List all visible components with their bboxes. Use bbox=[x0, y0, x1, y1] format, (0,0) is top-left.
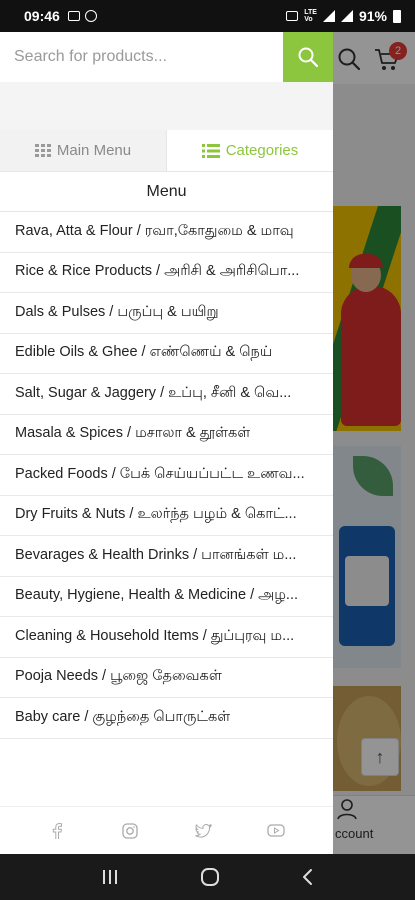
tab-main-menu[interactable]: Main Menu bbox=[0, 130, 166, 171]
drawer-tabs: Main Menu Categories bbox=[0, 130, 333, 172]
category-label: Rava, Atta & Flour / ரவா,கோதுமை & மாவு bbox=[15, 222, 294, 239]
search-button[interactable] bbox=[283, 32, 333, 82]
category-item[interactable]: Salt, Sugar & Jaggery / உப்பு, சீனி & வெ… bbox=[0, 374, 333, 415]
tab-categories-label: Categories bbox=[225, 142, 299, 159]
category-item[interactable]: Baby care / குழந்தை பொருட்கள் bbox=[0, 698, 333, 739]
list-icon bbox=[201, 143, 220, 158]
battery-icon bbox=[393, 9, 401, 23]
status-time: 09:46 bbox=[24, 8, 60, 24]
category-label: Pooja Needs / பூஜை தேவைகள் bbox=[15, 668, 222, 685]
category-label: Rice & Rice Products / அரிசி & அரிசிபொ..… bbox=[15, 263, 300, 280]
system-nav-bar bbox=[0, 854, 415, 900]
facebook-icon[interactable] bbox=[48, 822, 66, 840]
menu-heading: Menu bbox=[0, 172, 333, 212]
category-label: Dals & Pulses / பருப்பு & பயிறு bbox=[15, 303, 219, 320]
category-item[interactable]: Edible Oils & Ghee / எண்ணெய் & நெய் bbox=[0, 334, 333, 374]
category-label: Packed Foods / பேக் செய்யப்பட்ட உணவ... bbox=[15, 465, 305, 482]
category-item[interactable]: Dals & Pulses / பருப்பு & பயிறு bbox=[0, 293, 333, 334]
category-item[interactable]: Masala & Spices / மசாலா & தூள்கள் bbox=[0, 415, 333, 455]
data-saver-icon bbox=[84, 10, 97, 22]
category-label: Edible Oils & Ghee / எண்ணெய் & நெய் bbox=[15, 344, 273, 361]
category-label: Beauty, Hygiene, Health & Medicine / அழ.… bbox=[15, 587, 299, 604]
home-icon[interactable] bbox=[200, 867, 220, 887]
image-notification-icon bbox=[67, 11, 80, 21]
notification-icons bbox=[67, 10, 97, 22]
category-item[interactable]: Rice & Rice Products / அரிசி & அரிசிபொ..… bbox=[0, 253, 333, 293]
category-label: Dry Fruits & Nuts / உலர்ந்த பழம் & கொட்.… bbox=[15, 506, 297, 523]
category-item[interactable]: Dry Fruits & Nuts / உலர்ந்த பழம் & கொட்.… bbox=[0, 496, 333, 536]
category-label: Bevarages & Health Drinks / பானங்கள் ம..… bbox=[15, 546, 297, 563]
category-item[interactable]: Pooja Needs / பூஜை தேவைகள் bbox=[0, 658, 333, 698]
category-label: Masala & Spices / மசாலா & தூள்கள் bbox=[15, 425, 251, 442]
category-label: Baby care / குழந்தை பொருட்கள் bbox=[15, 708, 231, 725]
search-input[interactable] bbox=[0, 32, 283, 82]
alarm-icon bbox=[286, 11, 299, 21]
category-label: Salt, Sugar & Jaggery / உப்பு, சீனி & வெ… bbox=[15, 384, 292, 401]
status-bar: 09:46 LTE Vo 91% bbox=[0, 0, 415, 32]
signal-icon-1 bbox=[322, 10, 335, 22]
category-item[interactable]: Rava, Atta & Flour / ரவா,கோதுமை & மாவு bbox=[0, 212, 333, 253]
status-right: LTE Vo 91% bbox=[286, 8, 401, 24]
recents-icon[interactable] bbox=[101, 868, 119, 886]
back-icon[interactable] bbox=[301, 868, 315, 886]
battery-percent: 91% bbox=[358, 8, 387, 24]
volte-icon: LTE Vo bbox=[304, 9, 317, 23]
tab-categories[interactable]: Categories bbox=[166, 130, 333, 171]
category-item[interactable]: Packed Foods / பேக் செய்யப்பட்ட உணவ... bbox=[0, 455, 333, 496]
instagram-icon[interactable] bbox=[121, 822, 139, 840]
category-item[interactable]: Bevarages & Health Drinks / பானங்கள் ம..… bbox=[0, 536, 333, 577]
drawer-spacer bbox=[0, 82, 333, 130]
search-icon bbox=[298, 47, 319, 68]
search-bar bbox=[0, 32, 333, 82]
grid-icon bbox=[34, 143, 51, 157]
category-label: Cleaning & Household Items / துப்புரவு ம… bbox=[15, 627, 295, 644]
category-item[interactable]: Cleaning & Household Items / துப்புரவு ம… bbox=[0, 617, 333, 658]
category-item[interactable]: Beauty, Hygiene, Health & Medicine / அழ.… bbox=[0, 577, 333, 617]
youtube-icon[interactable] bbox=[267, 822, 286, 840]
twitter-icon[interactable] bbox=[194, 822, 212, 840]
signal-icon-2 bbox=[340, 10, 353, 22]
tab-main-menu-label: Main Menu bbox=[56, 142, 132, 159]
navigation-drawer: Main Menu Categories Menu Rava, Atta & F… bbox=[0, 32, 333, 854]
category-list: Rava, Atta & Flour / ரவா,கோதுமை & மாவு R… bbox=[0, 212, 333, 739]
social-links bbox=[0, 806, 333, 854]
